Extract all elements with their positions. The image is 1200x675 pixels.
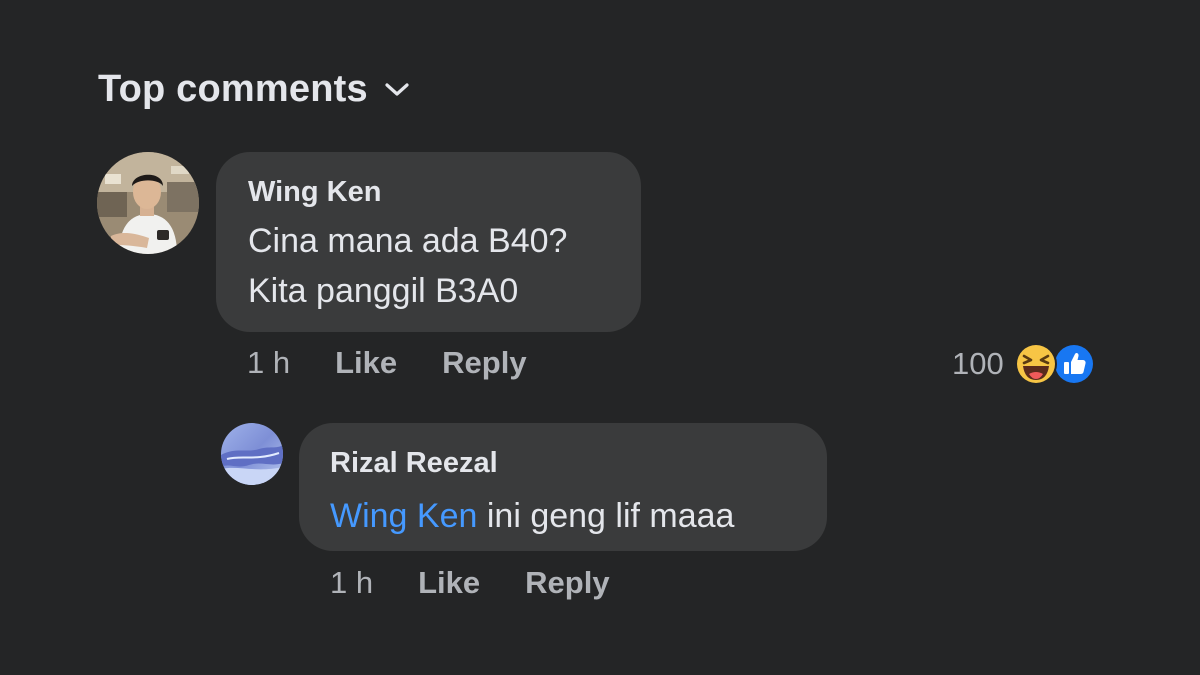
top-comments-sort-dropdown[interactable]: Top comments [98, 68, 410, 111]
comment-author[interactable]: Wing Ken [248, 174, 609, 210]
comment-timestamp[interactable]: 1 h [247, 345, 290, 381]
mention-link[interactable]: Wing Ken [330, 497, 477, 535]
reply-timestamp[interactable]: 1 h [330, 565, 373, 601]
comment-line: Kita panggil B3A0 [248, 272, 519, 310]
reply-text: Wing Ken ini geng lif maaa [330, 491, 796, 541]
reaction-summary[interactable]: 100 [952, 342, 1096, 386]
top-comments-label: Top comments [98, 68, 368, 110]
reply-bubble: Rizal Reezal Wing Ken ini geng lif maaa [299, 423, 827, 551]
reaction-count: 100 [952, 346, 1004, 381]
reply-actions: 1 h Like Reply [330, 565, 610, 601]
comment-bubble: Wing Ken Cina mana ada B40? Kita panggil… [216, 152, 641, 332]
reply-body: ini geng lif maaa [477, 497, 735, 535]
avatar[interactable] [97, 152, 199, 254]
like-button[interactable]: Like [418, 565, 480, 601]
comment-text: Cina mana ada B40? Kita panggil B3A0 [248, 216, 609, 316]
reply-button[interactable]: Reply [525, 565, 609, 601]
like-button[interactable]: Like [335, 345, 397, 381]
chevron-down-icon [384, 82, 410, 98]
laugh-reaction-icon [1014, 342, 1058, 386]
like-reaction-icon [1052, 342, 1096, 386]
reply-button[interactable]: Reply [442, 345, 526, 381]
comment-actions: 1 h Like Reply [247, 345, 527, 381]
avatar[interactable] [221, 423, 283, 485]
reply-author[interactable]: Rizal Reezal [330, 445, 796, 481]
comment-line: Cina mana ada B40? [248, 222, 568, 260]
